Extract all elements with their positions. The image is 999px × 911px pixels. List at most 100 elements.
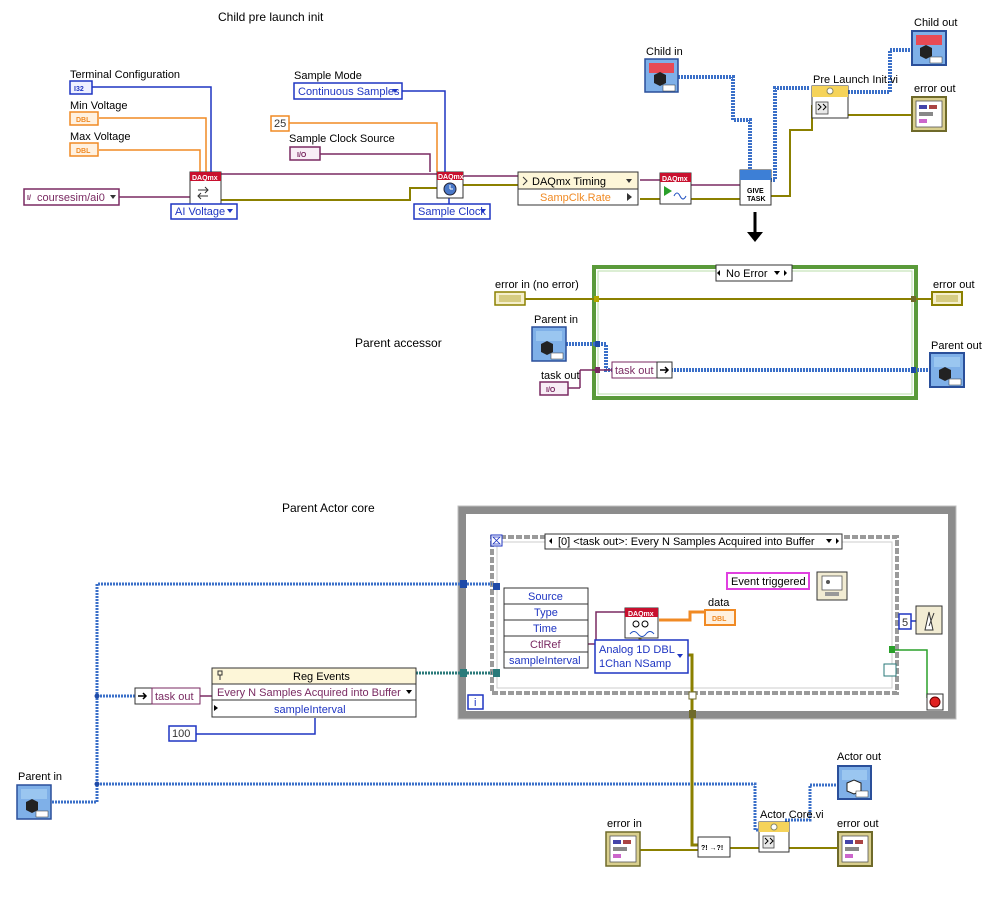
- wait-const-5[interactable]: 5: [898, 613, 912, 630]
- dbl-array-label: DBL: [712, 616, 727, 623]
- read-mode-selector[interactable]: Analog 1D DBL 1Chan NSamp: [594, 639, 689, 674]
- ai-voltage-selector[interactable]: AI Voltage: [170, 203, 238, 220]
- ai-voltage-value: AI Voltage: [175, 206, 225, 218]
- tunnel: [493, 583, 500, 590]
- merge-errors-node[interactable]: ?! →?!: [697, 836, 731, 858]
- read-mode-line1: Analog 1D DBL: [599, 644, 675, 656]
- reg-events-event-item: Every N Samples Acquired into Buffer: [217, 687, 401, 699]
- accessor-error-out-label: error out: [933, 279, 975, 291]
- event-data-item: Type: [534, 607, 558, 619]
- io-prefix-icon: I/: [27, 195, 31, 202]
- wait-value: 5: [902, 617, 908, 629]
- event-case-value: [0] <task out>: Every N Samples Acquired…: [558, 536, 815, 548]
- sample-mode-enum[interactable]: Continuous Samples: [293, 82, 403, 100]
- bundle-by-name-task-out[interactable]: task out: [611, 361, 673, 379]
- daqmx-start-node[interactable]: DAQmx: [659, 172, 692, 205]
- event-case-selector[interactable]: [0] <task out>: Every N Samples Acquired…: [544, 533, 843, 550]
- interval-value: 100: [172, 728, 190, 740]
- daqmx-logo-text: DAQmx: [438, 174, 464, 181]
- error-out-label: error out: [914, 83, 956, 95]
- accessor-parent-out-label: Parent out: [931, 340, 982, 352]
- case-selector[interactable]: No Error: [715, 264, 793, 282]
- case-selector-value: No Error: [726, 268, 768, 280]
- daqmx-timing-node[interactable]: DAQmx: [436, 171, 464, 199]
- diagram-svg: Child pre launch init Terminal Configura…: [16, 10, 982, 867]
- actor-out-indicator: [837, 765, 872, 800]
- event-data-item: Source: [528, 591, 563, 603]
- event-data-item: sampleInterval: [509, 655, 581, 667]
- child-in-control[interactable]: [644, 58, 679, 93]
- daqmx-read-node[interactable]: DAQmx: [624, 607, 659, 639]
- timing-title: DAQmx Timing: [532, 176, 606, 188]
- reg-events-prop-item: sampleInterval: [274, 704, 346, 716]
- sample-mode-label: Sample Mode: [294, 70, 362, 82]
- tunnel: [595, 367, 600, 373]
- accessor-error-out-indicator: [931, 291, 963, 306]
- loop-iteration-terminal: i: [467, 694, 484, 710]
- sample-mode-value: Continuous Samples: [298, 86, 400, 98]
- tunnel: [460, 580, 467, 588]
- max-voltage-control[interactable]: DBL: [69, 142, 99, 157]
- daqmx-timing-property-node[interactable]: DAQmx Timing SampClk.Rate: [517, 171, 639, 206]
- dbl-type-label: DBL: [76, 117, 91, 124]
- dialog-icon: [826, 580, 830, 584]
- daqmx-logo-text: DAQmx: [628, 611, 654, 618]
- min-voltage-control[interactable]: DBL: [69, 111, 99, 126]
- rate-constant-25[interactable]: 25: [270, 115, 290, 132]
- block-diagram: Child pre launch init Terminal Configura…: [0, 0, 999, 911]
- bundle-task-out-label: task out: [615, 365, 654, 377]
- merge-errors-label: ?! →?!: [701, 845, 723, 852]
- actor-error-in-control[interactable]: [605, 831, 641, 867]
- error-in-label: error in (no error): [495, 279, 579, 291]
- data-indicator: DBL: [704, 609, 736, 626]
- error-out-indicator: [911, 96, 947, 132]
- section-title-parent-actor-core: Parent Actor core: [282, 501, 375, 515]
- tunnel: [911, 367, 916, 373]
- tunnel: [911, 296, 916, 302]
- unbundle-task-out[interactable]: task out: [134, 687, 201, 705]
- sun-icon: [826, 87, 834, 95]
- sample-clock-selector[interactable]: Sample Clock: [413, 203, 491, 220]
- error-in-control[interactable]: [494, 291, 526, 306]
- sample-interval-constant-100[interactable]: 100: [168, 725, 197, 742]
- actor-error-out-indicator: [837, 831, 873, 867]
- tunnel: [595, 341, 600, 347]
- event-triggered-constant[interactable]: Event triggered: [726, 572, 810, 590]
- min-voltage-label: Min Voltage: [70, 100, 127, 112]
- event-data-node: Source Type Time CtlRef sampleInterval: [503, 587, 589, 669]
- actor-core-subvi[interactable]: [758, 821, 790, 853]
- give-task-text-2: TASK: [747, 196, 766, 203]
- actor-error-out-label: error out: [837, 818, 879, 830]
- sample-clock-source-label: Sample Clock Source: [289, 133, 395, 145]
- pre-launch-init-subvi[interactable]: [811, 85, 849, 119]
- terminal-config-label: Terminal Configuration: [70, 69, 180, 81]
- accessor-task-out-label: task out: [541, 370, 580, 382]
- wait-ms-node[interactable]: [915, 605, 943, 635]
- read-mode-line2: 1Chan NSamp: [599, 658, 671, 670]
- event-reg-terminal: [883, 663, 897, 677]
- reg-events-node[interactable]: Reg Events Every N Samples Acquired into…: [211, 667, 417, 718]
- tunnel: [688, 691, 697, 700]
- child-out-indicator: [911, 30, 947, 66]
- io-type-label: I/O: [546, 387, 556, 394]
- actor-parent-in-label: Parent in: [18, 771, 62, 783]
- sample-clock-source-control[interactable]: I/O: [289, 146, 321, 161]
- loop-stop-terminal[interactable]: [926, 693, 944, 711]
- wires-accessor-section: [524, 298, 932, 389]
- event-triggered-text: Event triggered: [731, 576, 806, 588]
- actor-parent-in-control[interactable]: [16, 784, 52, 820]
- terminal-config-control[interactable]: I32: [69, 80, 93, 95]
- daqmx-create-channel-node[interactable]: DAQmx: [189, 171, 222, 205]
- accessor-parent-in-control[interactable]: [531, 326, 567, 362]
- accessor-task-out-control[interactable]: I/O: [539, 381, 569, 396]
- i32-type-label: I32: [74, 86, 84, 93]
- data-label: data: [708, 597, 730, 609]
- event-data-item: Time: [533, 623, 557, 635]
- physical-channel-constant[interactable]: I/ coursesim/ai0: [23, 188, 120, 206]
- give-task-subvi[interactable]: GIVE TASK: [739, 169, 772, 206]
- tunnel: [460, 669, 467, 677]
- io-type-label: I/O: [297, 152, 307, 159]
- one-button-dialog-node[interactable]: [816, 571, 848, 601]
- give-task-text: GIVE: [747, 188, 764, 195]
- rate-value: 25: [274, 118, 286, 130]
